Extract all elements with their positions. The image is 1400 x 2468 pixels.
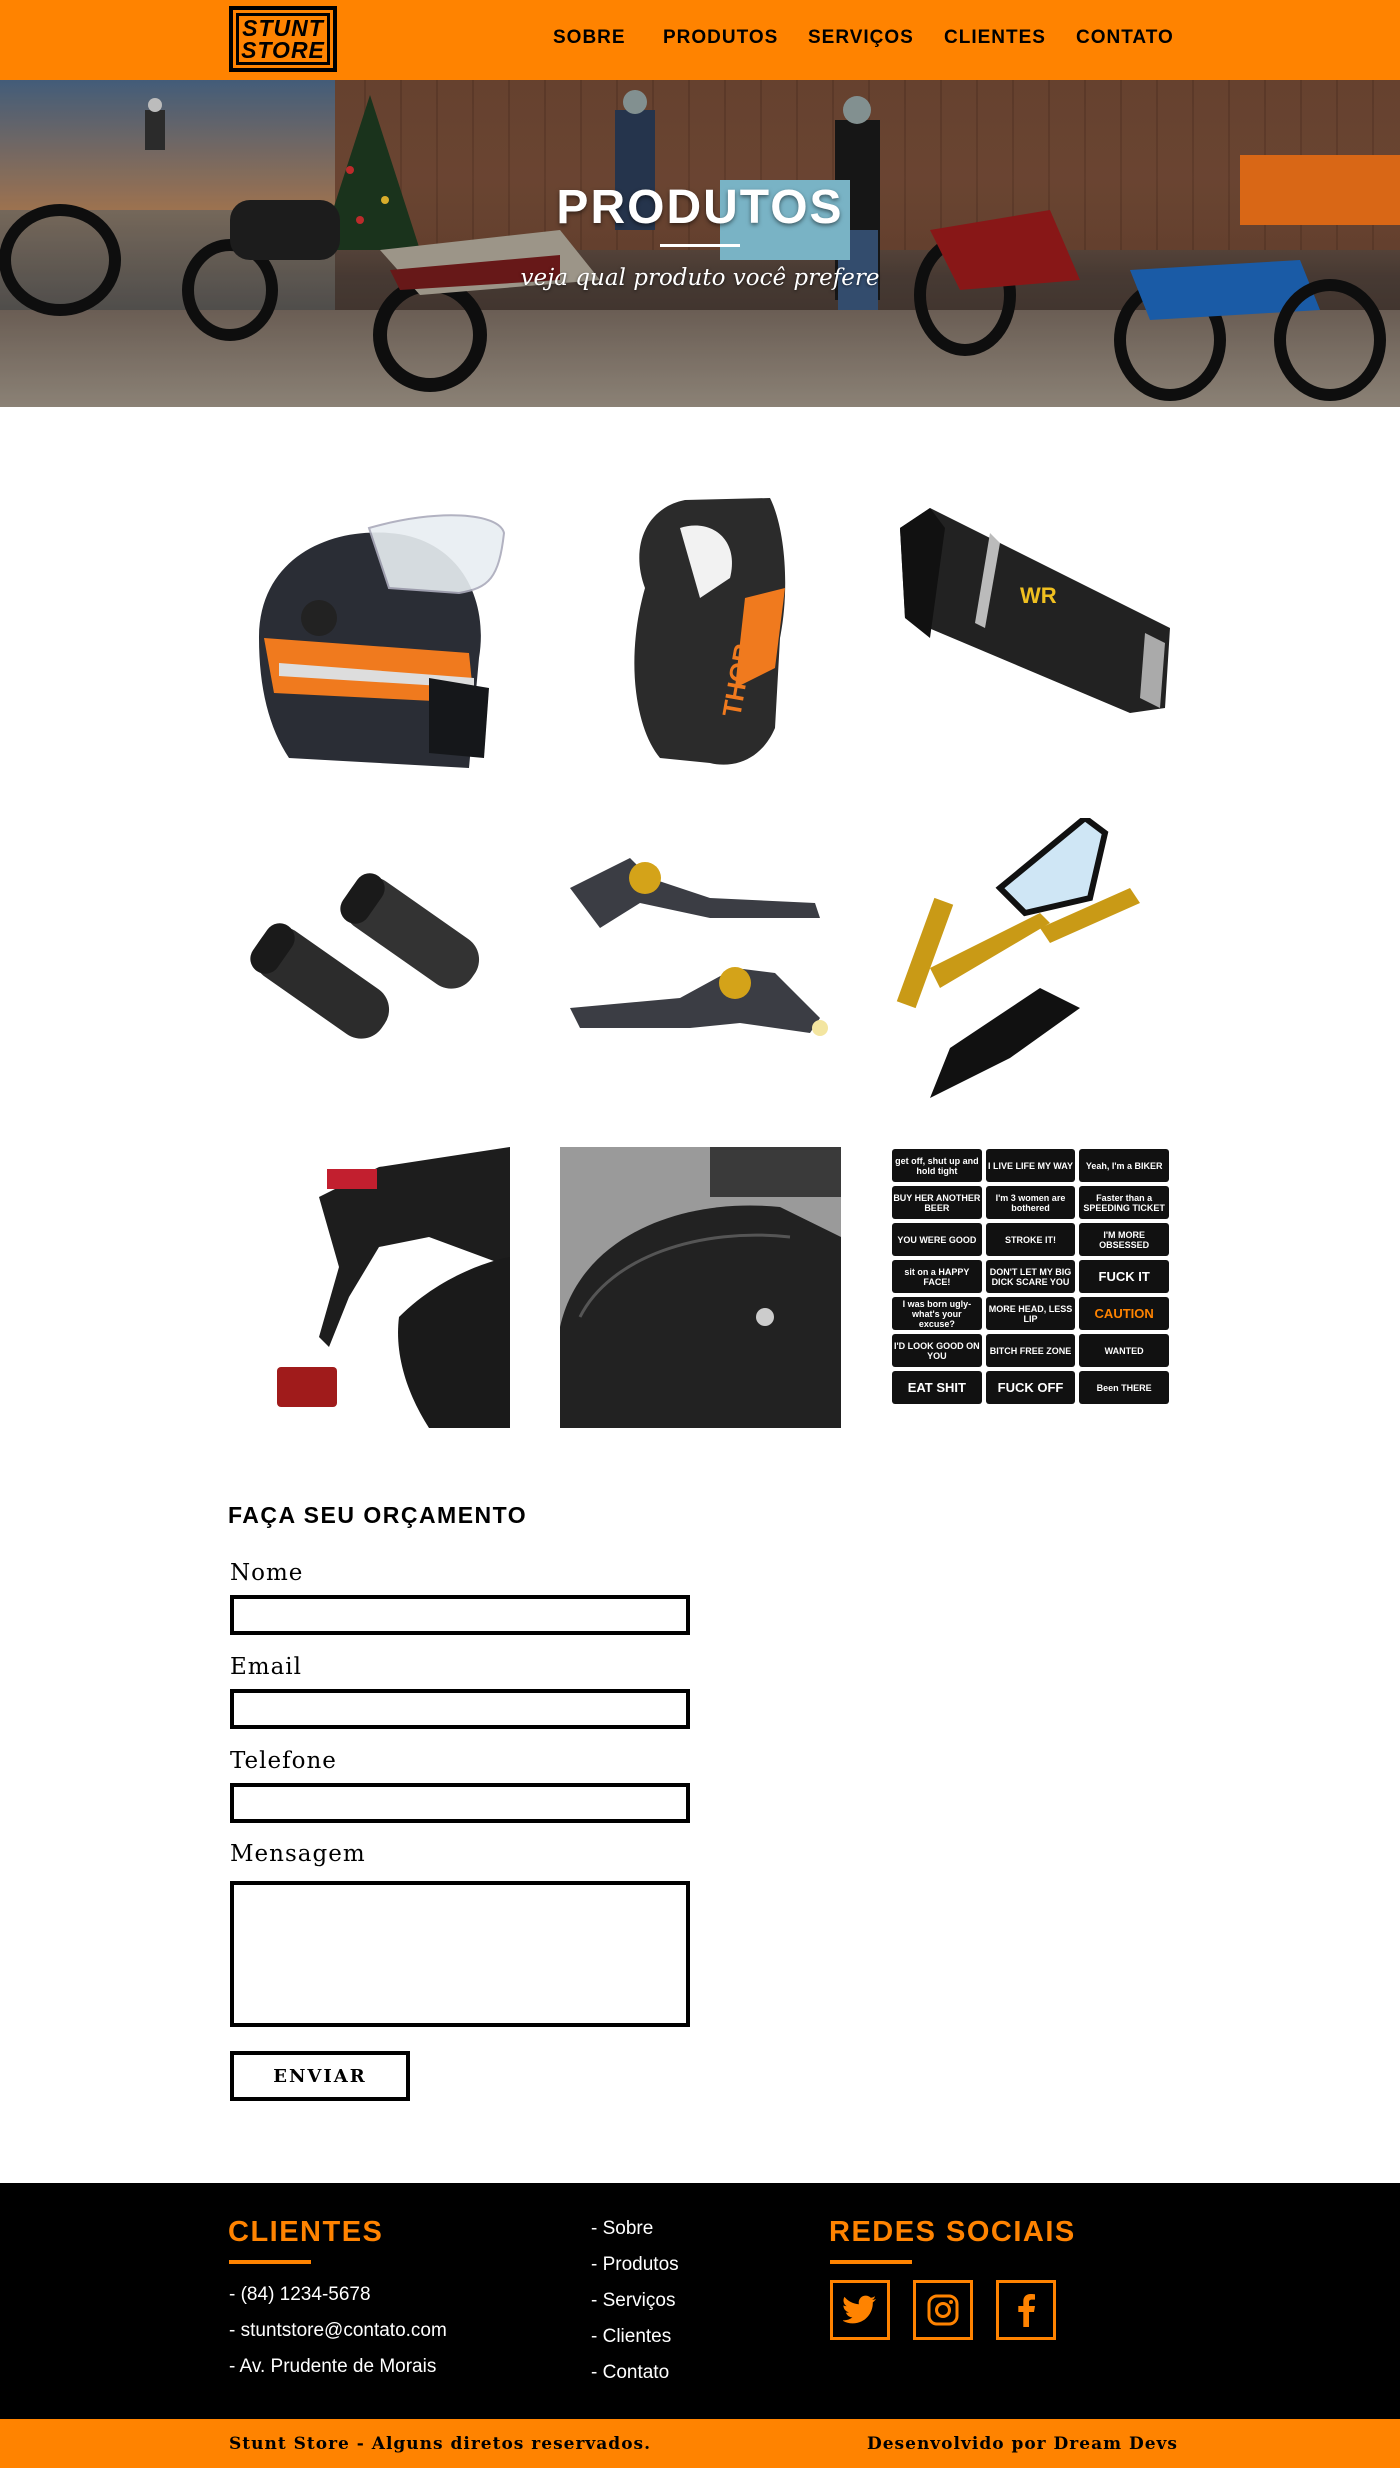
- footer-email: - stuntstore@contato.com: [229, 2320, 447, 2341]
- instagram-icon: [927, 2294, 959, 2326]
- footer-link-produtos[interactable]: - Produtos: [591, 2254, 679, 2276]
- name-field[interactable]: [230, 1595, 690, 1635]
- helmet-icon: [259, 514, 506, 768]
- sticker-tile: FUCK IT: [1079, 1260, 1169, 1293]
- footer-phone: - (84) 1234-5678: [229, 2284, 371, 2305]
- submit-button[interactable]: ENVIAR: [230, 2051, 410, 2101]
- footer-link-servicos[interactable]: - Serviços: [591, 2290, 675, 2312]
- product-exhaust[interactable]: WR: [890, 488, 1171, 769]
- product-stickers[interactable]: get off, shut up and hold tight I LIVE LI…: [890, 1147, 1171, 1428]
- sticker-tile: DON'T LET MY BIG DICK SCARE YOU: [985, 1260, 1076, 1293]
- copyright-bar: Stunt Store - Alguns diretos reservados.…: [0, 2419, 1400, 2468]
- nav-servicos[interactable]: SERVIÇOS: [808, 27, 914, 49]
- plate-holder-icon: [229, 1147, 510, 1428]
- nav-clientes[interactable]: CLIENTES: [944, 27, 1046, 49]
- hero-title-underline: [660, 244, 740, 247]
- nav-contato[interactable]: CONTATO: [1076, 27, 1174, 49]
- email-label: Email: [230, 1654, 303, 1680]
- sticker-tile: YOU WERE GOOD: [892, 1223, 982, 1256]
- product-levers[interactable]: [560, 818, 841, 1099]
- exhaust-icon: WR: [900, 508, 1170, 713]
- sticker-tile: BITCH FREE ZONE: [985, 1334, 1076, 1367]
- mirrors-icon: [896, 818, 1140, 1098]
- hero-title: PRODUTOS: [556, 181, 844, 234]
- message-label: Mensagem: [230, 1841, 366, 1867]
- hero-subtitle: veja qual produto você prefere: [520, 265, 880, 291]
- footer-link-sobre[interactable]: - Sobre: [591, 2218, 653, 2240]
- phone-field[interactable]: [230, 1783, 690, 1823]
- footer-link-contato[interactable]: - Contato: [591, 2362, 669, 2384]
- carbon-tank-icon: [560, 1147, 841, 1428]
- sticker-tile: EAT SHIT: [892, 1371, 982, 1404]
- sticker-tile: CAUTION: [1079, 1297, 1169, 1330]
- svg-text:WR: WR: [1020, 583, 1057, 608]
- twitter-icon: [843, 2295, 876, 2324]
- nav-sobre[interactable]: SOBRE: [553, 27, 626, 49]
- sticker-tile: STROKE IT!: [985, 1223, 1076, 1256]
- product-helmet[interactable]: [229, 488, 510, 769]
- facebook-button[interactable]: [996, 2280, 1056, 2340]
- sticker-tile: get off, shut up and hold tight: [892, 1149, 982, 1182]
- nav-produtos[interactable]: PRODUTOS: [663, 27, 778, 49]
- footer-social-underline: [830, 2260, 912, 2264]
- product-mirrors[interactable]: [890, 818, 1171, 1099]
- main-nav: SOBRE PRODUTOS SERVIÇOS CLIENTES CONTATO: [0, 27, 1400, 53]
- message-field[interactable]: [230, 1881, 690, 2027]
- hero-banner: PRODUTOS veja qual produto você prefere: [0, 80, 1400, 407]
- site-header: STUNT STORE SOBRE PRODUTOS SERVIÇOS CLIE…: [0, 0, 1400, 80]
- product-glove[interactable]: THOR: [560, 488, 841, 769]
- stickers-icon: get off, shut up and hold tight I LIVE LI…: [890, 1147, 1171, 1428]
- sticker-tile: I'D LOOK GOOD ON YOU: [892, 1334, 982, 1367]
- quote-form-title: FAÇA SEU ORÇAMENTO: [228, 1502, 528, 1528]
- footer-clients-title: CLIENTES: [228, 2216, 384, 2248]
- twitter-button[interactable]: [830, 2280, 890, 2340]
- footer-address: - Av. Prudente de Morais: [229, 2356, 437, 2377]
- sticker-tile: I LIVE LIFE MY WAY: [985, 1149, 1076, 1182]
- sticker-tile: Faster than a SPEEDING TICKET: [1079, 1186, 1169, 1219]
- product-carbon-tank[interactable]: [560, 1147, 841, 1428]
- product-grips[interactable]: [229, 818, 510, 1099]
- sticker-tile: I'm 3 women are bothered: [985, 1186, 1076, 1219]
- footer-clients-underline: [229, 2260, 311, 2264]
- sticker-tile: Yeah, I'm a BIKER: [1079, 1149, 1169, 1182]
- sticker-tile: I'M MORE OBSESSED: [1079, 1223, 1169, 1256]
- facebook-icon: [1018, 2294, 1035, 2327]
- email-field[interactable]: [230, 1689, 690, 1729]
- glove-icon: THOR: [634, 498, 786, 765]
- instagram-button[interactable]: [913, 2280, 973, 2340]
- sticker-tile: FUCK OFF: [985, 1371, 1076, 1404]
- levers-icon: [570, 858, 828, 1036]
- footer-social-title: REDES SOCIAIS: [829, 2216, 1076, 2248]
- copyright-text: Stunt Store - Alguns diretos reservados.: [229, 2434, 652, 2454]
- sticker-tile: Been THERE: [1079, 1371, 1169, 1404]
- developer-credit: Desenvolvido por Dream Devs: [867, 2434, 1179, 2454]
- sticker-tile: MORE HEAD, LESS LIP: [985, 1297, 1076, 1330]
- sticker-tile: I was born ugly- what's your excuse?: [892, 1297, 982, 1330]
- product-plate-holder[interactable]: [229, 1147, 510, 1428]
- sticker-tile: sit on a HAPPY FACE!: [892, 1260, 982, 1293]
- site-footer: [0, 2183, 1400, 2419]
- phone-label: Telefone: [230, 1748, 337, 1774]
- footer-link-clientes[interactable]: - Clientes: [591, 2326, 671, 2348]
- name-label: Nome: [230, 1560, 304, 1586]
- sticker-tile: BUY HER ANOTHER BEER: [892, 1186, 982, 1219]
- sticker-tile: WANTED: [1079, 1334, 1169, 1367]
- grips-icon: [250, 873, 480, 1039]
